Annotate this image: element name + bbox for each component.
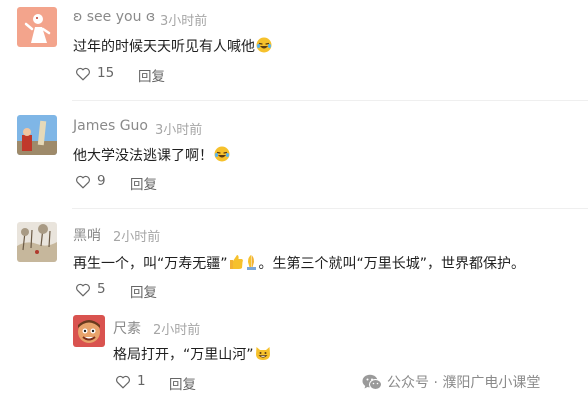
watermark: 公众号 · 濮阳广电小课堂: [362, 372, 540, 392]
comment-text: 再生一个，叫“万寿无疆” 。生第三个就叫“万里长城”，世界都保护。: [73, 253, 525, 274]
comment-time: 3小时前: [155, 123, 203, 138]
watermark-text: 公众号 · 濮阳广电小课堂: [387, 375, 541, 391]
heart-icon: [76, 67, 90, 80]
comment-author[interactable]: 黑哨: [73, 225, 101, 245]
like-count: 9: [97, 173, 106, 189]
comment-author[interactable]: 尺素: [113, 318, 141, 338]
avatar[interactable]: [17, 7, 57, 47]
wechat-icon: [362, 374, 382, 390]
comment-author[interactable]: James Guo: [73, 118, 148, 134]
comment-time: 2小时前: [153, 323, 201, 338]
comment-author[interactable]: ʚ see you ɞ: [73, 9, 155, 25]
like-button[interactable]: 5: [75, 281, 106, 297]
avatar[interactable]: [73, 315, 105, 347]
comment-text: 他大学没法逃课了啊！: [73, 145, 230, 166]
comment-text: 过年的时候天天听见有人喊他: [73, 36, 272, 57]
comment-text-content: 过年的时候天天听见有人喊他: [73, 39, 255, 55]
reply-button[interactable]: 回复: [138, 65, 165, 85]
heart-icon: [116, 375, 130, 388]
cat-grin-icon: [255, 345, 271, 365]
like-button[interactable]: 15: [75, 65, 114, 81]
comment-time: 2小时前: [113, 230, 161, 245]
laugh-tears-icon: [256, 37, 272, 57]
like-button[interactable]: 9: [75, 173, 106, 189]
like-count: 1: [137, 373, 146, 389]
comment-item: ʚ see you ɞ 3小时前 过年的时候天天听见有人喊他 15 回复: [0, 0, 588, 100]
avatar[interactable]: [17, 115, 57, 155]
comment-text-content: 他大学没法逃课了啊！: [73, 148, 213, 164]
comment-item: 黑哨 2小时前 再生一个，叫“万寿无疆” 。生第三个就叫“万里长城”，世界都保护。…: [0, 215, 588, 315]
comment-text: 格局打开，“万里山河”: [113, 344, 271, 365]
thumbs-up-pray-icon: [229, 254, 259, 274]
laugh-tears-icon: [214, 146, 230, 166]
divider: [72, 208, 588, 209]
reply-button[interactable]: 回复: [130, 281, 157, 301]
comment-text-part-2: 。生第三个就叫“万里长城”，世界都保护。: [258, 256, 526, 272]
divider: [72, 100, 588, 101]
reply-button[interactable]: 回复: [169, 373, 196, 393]
like-button[interactable]: 1: [115, 373, 146, 389]
comment-time: 3小时前: [160, 14, 208, 29]
comment-text-part-1: 再生一个，叫“万寿无疆”: [73, 256, 228, 272]
like-count: 15: [97, 65, 115, 81]
comment-text-content: 格局打开，“万里山河”: [113, 347, 254, 363]
like-count: 5: [97, 281, 106, 297]
avatar[interactable]: [17, 222, 57, 262]
comment-item: James Guo 3小时前 他大学没法逃课了啊！ 9 回复: [0, 105, 588, 205]
heart-icon: [76, 175, 90, 188]
heart-icon: [76, 283, 90, 296]
reply-button[interactable]: 回复: [130, 173, 157, 193]
